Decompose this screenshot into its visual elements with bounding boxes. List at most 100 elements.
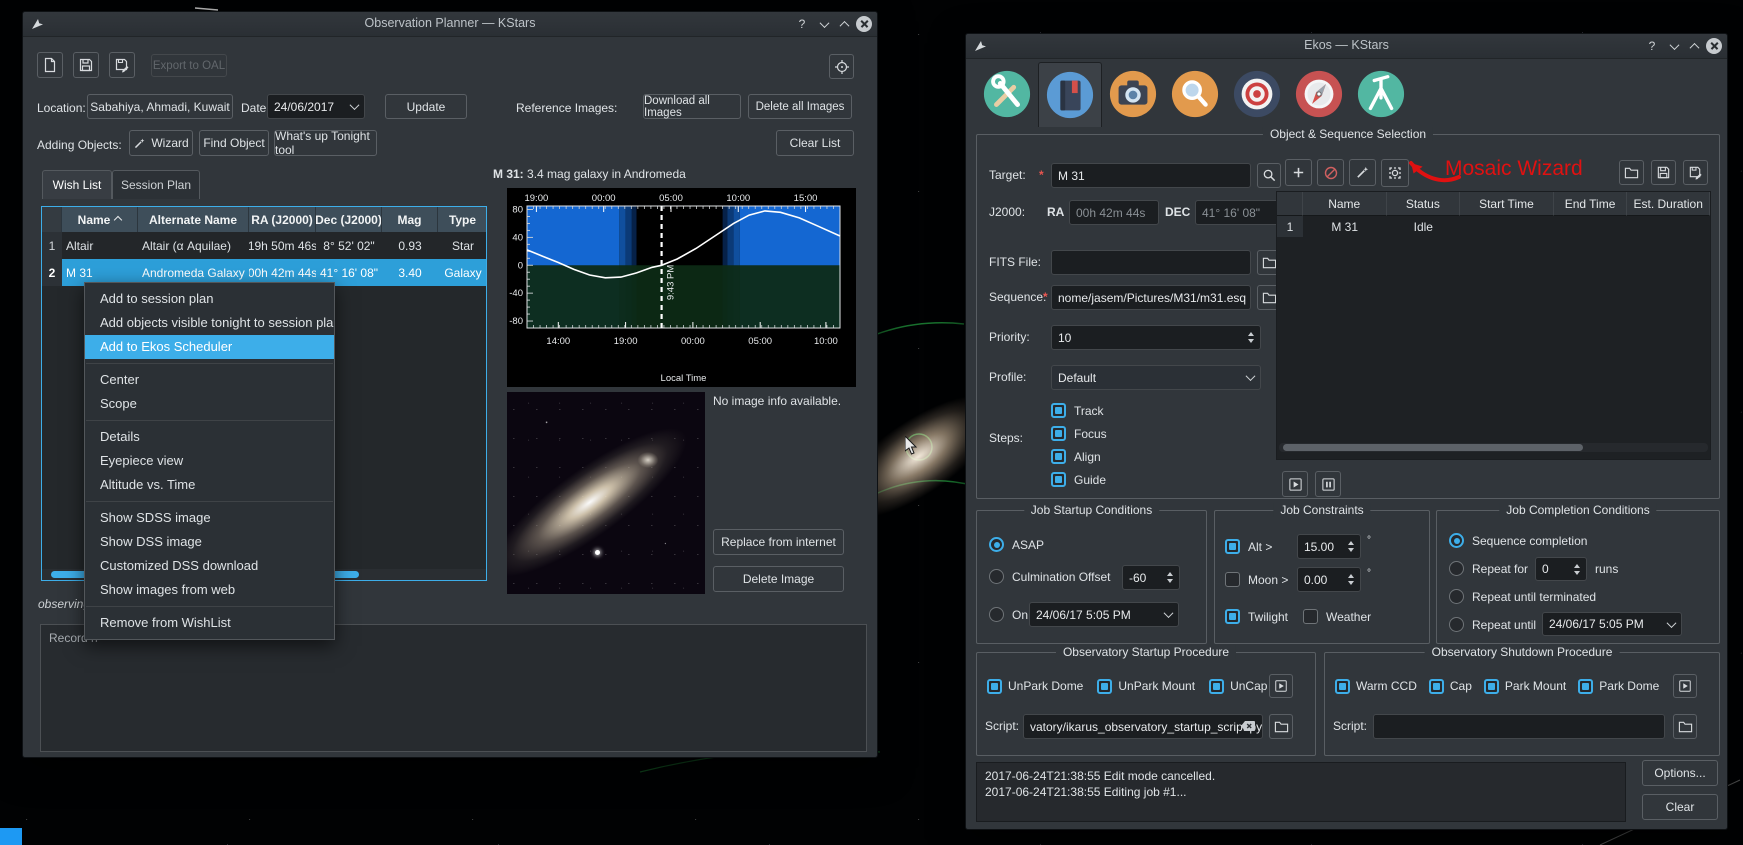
column-header-dec-j2000-[interactable]: Dec (J2000) (316, 207, 382, 232)
menu-item[interactable]: Show images from web (85, 578, 334, 602)
step-align[interactable]: Align (1051, 445, 1107, 468)
weather-checkbox[interactable] (1303, 609, 1318, 624)
spinner-arrows[interactable] (1574, 564, 1580, 575)
download-all-images-button[interactable]: Download all Images (643, 94, 741, 119)
startup-script-browse-button[interactable] (1269, 714, 1293, 739)
save-queue-as-button[interactable] (1683, 160, 1708, 185)
remove-job-button[interactable] (1317, 159, 1344, 186)
column-header-mag[interactable]: Mag (382, 207, 438, 232)
profile-combobox[interactable]: Default (1051, 365, 1261, 390)
target-input[interactable]: M 31 (1051, 163, 1251, 188)
procedure-unpark-dome[interactable]: UnPark Dome (987, 677, 1083, 695)
delete-image-button[interactable]: Delete Image (713, 566, 844, 592)
sequence-completion-radio[interactable] (1449, 533, 1464, 548)
procedure-unpark-mount[interactable]: UnPark Mount (1097, 677, 1195, 695)
menu-item[interactable]: Scope (85, 392, 334, 416)
dec-input[interactable]: 41° 16' 08" (1195, 200, 1283, 225)
whats-up-tonight-button[interactable]: What's up Tonight tool (274, 130, 377, 156)
add-job-button[interactable] (1285, 159, 1312, 186)
menu-item[interactable]: Add to session plan (85, 287, 334, 311)
clear-script-button[interactable] (1239, 718, 1257, 737)
pause-scheduler-button[interactable] (1315, 471, 1341, 497)
align-checkbox[interactable] (1051, 449, 1066, 464)
shutdown-script-browse-button[interactable] (1673, 714, 1697, 739)
queue-scrollbar[interactable] (1279, 443, 1708, 452)
run-startup-button[interactable] (1269, 674, 1293, 698)
location-button[interactable]: Sabahiya, Ahmadi, Kuwait (87, 94, 233, 119)
cap-checkbox[interactable] (1429, 679, 1444, 694)
alt-checkbox[interactable] (1225, 539, 1240, 554)
spinner-arrows[interactable] (1348, 541, 1354, 552)
clear-list-button[interactable]: Clear List (776, 130, 854, 156)
moon-spinbox[interactable]: 0.00 (1297, 567, 1361, 592)
shade-button[interactable] (815, 15, 833, 33)
procedure-park-mount[interactable]: Park Mount (1484, 677, 1566, 695)
tab-focus-magnifier[interactable] (1164, 62, 1226, 126)
procedure-park-dome[interactable]: Park Dome (1578, 677, 1659, 695)
step-track[interactable]: Track (1051, 399, 1107, 422)
close-button[interactable] (855, 15, 873, 33)
shutdown-script-input[interactable] (1373, 714, 1665, 739)
repeat-until-combobox[interactable]: 24/06/17 5:05 PM (1542, 612, 1682, 636)
fits-file-input[interactable] (1051, 250, 1251, 275)
queue-column-header-end-time[interactable]: End Time (1554, 192, 1628, 216)
tab-align-target[interactable] (1226, 62, 1288, 126)
update-button[interactable]: Update (385, 94, 467, 119)
tab-capture-camera[interactable] (1102, 62, 1164, 126)
unpark-dome-checkbox[interactable] (987, 679, 1002, 694)
ekos-titlebar[interactable]: Ekos — KStars ? (966, 34, 1727, 59)
menu-item[interactable]: Altitude vs. Time (85, 473, 334, 497)
menu-item[interactable]: Show DSS image (85, 530, 334, 554)
step-guide[interactable]: Guide (1051, 468, 1107, 491)
culmination-spinbox[interactable]: -60 (1122, 565, 1180, 590)
clear-log-button[interactable]: Clear (1642, 794, 1718, 820)
queue-column-header-name[interactable]: Name (1303, 192, 1387, 216)
step-focus[interactable]: Focus (1051, 422, 1107, 445)
culmination-radio[interactable] (989, 569, 1004, 584)
warm-ccd-checkbox[interactable] (1335, 679, 1350, 694)
tab-scheduler-notebook[interactable] (1038, 62, 1102, 127)
help-button[interactable]: ? (1643, 37, 1661, 55)
spinner-arrows[interactable] (1248, 332, 1254, 343)
startup-script-input[interactable]: vatory/ikarus_observatory_startup_script… (1023, 714, 1263, 739)
find-object-button[interactable]: Find Object (199, 130, 269, 156)
sequence-input[interactable]: nome/jasem/Pictures/M31/m31.esq (1051, 285, 1251, 310)
on-time-radio[interactable] (989, 607, 1004, 622)
observing-notes-textarea[interactable]: Record h (40, 624, 867, 752)
date-combobox[interactable]: 24/06/2017 (267, 94, 365, 119)
twilight-checkbox[interactable] (1225, 609, 1240, 624)
procedure-warm-ccd[interactable]: Warm CCD (1335, 677, 1417, 695)
column-header-name[interactable]: Name (62, 207, 138, 232)
edit-job-button[interactable] (1349, 159, 1376, 186)
column-header-alternate-name[interactable]: Alternate Name (138, 207, 249, 232)
maximize-button[interactable] (1685, 37, 1703, 55)
tab-session-plan[interactable]: Session Plan (112, 170, 200, 199)
wizard-button[interactable]: Wizard (129, 130, 193, 156)
save-queue-button[interactable] (1651, 160, 1676, 185)
menu-item[interactable]: Add objects visible tonight to session p… (85, 311, 334, 335)
park-dome-checkbox[interactable] (1578, 679, 1593, 694)
queue-column-header-est-duration[interactable]: Est. Duration (1627, 192, 1710, 216)
queue-column-header-status[interactable]: Status (1387, 192, 1461, 216)
repeat-for-radio[interactable] (1449, 561, 1464, 576)
menu-item[interactable]: Customized DSS download (85, 554, 334, 578)
moon-checkbox[interactable] (1225, 572, 1240, 587)
park-mount-checkbox[interactable] (1484, 679, 1499, 694)
shade-button[interactable] (1665, 37, 1683, 55)
tab-mount-tripod[interactable] (1350, 62, 1412, 126)
save-list-button[interactable] (73, 52, 99, 78)
menu-item[interactable]: Show SDSS image (85, 506, 334, 530)
close-button[interactable] (1705, 37, 1723, 55)
menu-item[interactable]: Add to Ekos Scheduler (85, 335, 334, 359)
maximize-button[interactable] (835, 15, 853, 33)
repeat-until-terminated-radio[interactable] (1449, 589, 1464, 604)
menu-item[interactable]: Remove from WishList (85, 611, 334, 635)
priority-spinbox[interactable]: 10 (1051, 325, 1261, 350)
menu-item[interactable]: Eyepiece view (85, 449, 334, 473)
show-on-skymap-button[interactable] (829, 54, 854, 79)
find-target-button[interactable] (1257, 163, 1281, 188)
repeat-until-radio[interactable] (1449, 617, 1464, 632)
scheduler-queue-table[interactable]: NameStatusStart TimeEnd TimeEst. Duratio… (1276, 191, 1711, 460)
table-row[interactable]: 1AltairAltair (α Aquilae)19h 50m 46s8° 5… (42, 232, 487, 259)
options-button[interactable]: Options... (1642, 760, 1718, 786)
